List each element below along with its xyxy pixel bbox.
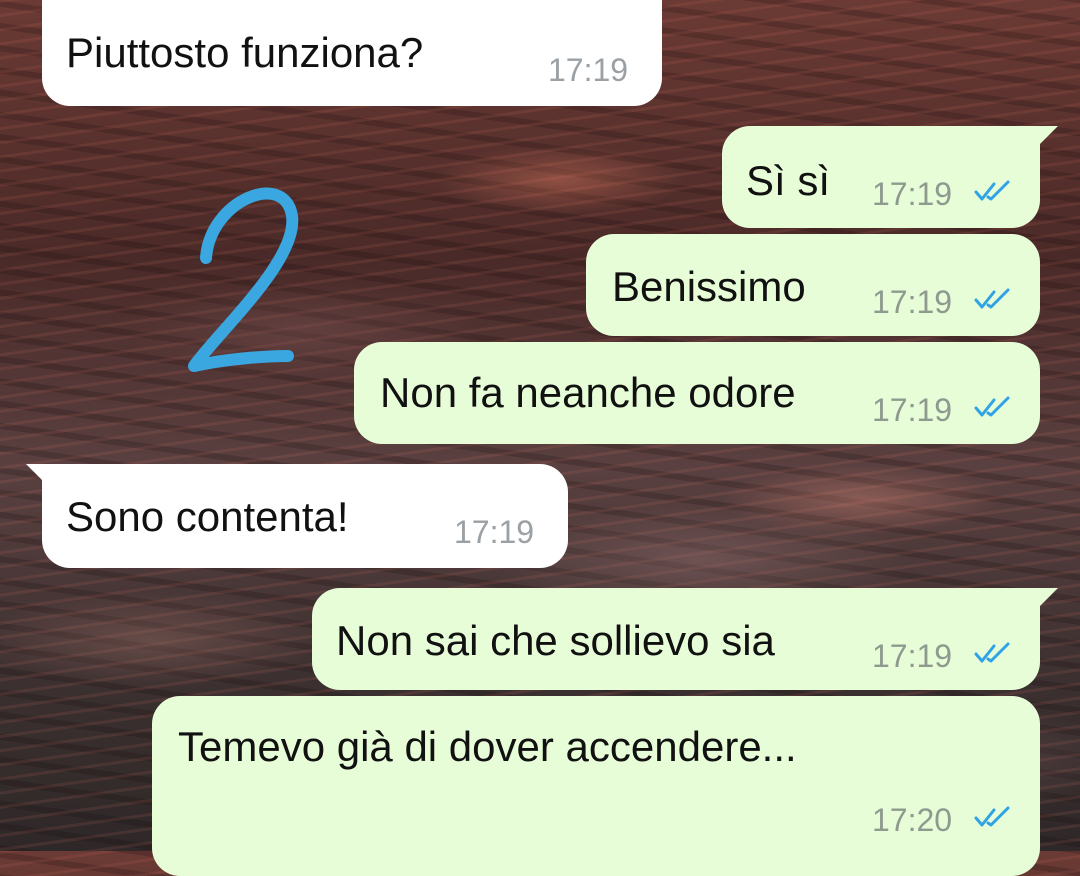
- message-time: 17:19: [454, 514, 535, 550]
- double-check-icon: [974, 288, 1010, 309]
- message-time: 17:19: [548, 52, 629, 88]
- message-text: Temevo già di dover accendere...: [178, 723, 797, 770]
- message-text: Sì sì: [746, 157, 831, 204]
- message-text: Sono contenta!: [66, 493, 349, 540]
- handwritten-number-annotation: [188, 187, 299, 372]
- message-text: Piuttosto funziona?: [66, 29, 424, 76]
- message-text: Benissimo: [612, 263, 806, 310]
- message-bubble-outgoing[interactable]: Sì sì 17:19: [722, 126, 1058, 228]
- message-bubble-outgoing[interactable]: Non sai che sollievo sia 17:19: [312, 588, 1058, 690]
- double-check-icon: [974, 180, 1010, 201]
- message-time: 17:19: [872, 638, 953, 674]
- message-time: 17:19: [872, 392, 953, 428]
- message-time: 17:20: [872, 802, 953, 838]
- message-bubble-incoming[interactable]: Piuttosto funziona? 17:19: [42, 0, 662, 106]
- message-text: Non fa neanche odore: [380, 369, 796, 416]
- message-bubble-outgoing[interactable]: Benissimo 17:19: [586, 234, 1040, 336]
- double-check-icon: [974, 642, 1010, 663]
- message-bubble-incoming[interactable]: Sono contenta! 17:19: [26, 464, 568, 568]
- message-time: 17:19: [872, 284, 953, 320]
- message-time: 17:19: [872, 176, 953, 212]
- double-check-icon: [974, 806, 1010, 827]
- double-check-icon: [974, 396, 1010, 417]
- chat-thread: Piuttosto funziona? 17:19 Sì sì 17:19 Be…: [0, 0, 1080, 876]
- message-bubble-outgoing[interactable]: Non fa neanche odore 17:19: [354, 342, 1040, 444]
- message-bubble-outgoing[interactable]: Temevo già di dover accendere... 17:20: [152, 696, 1040, 876]
- message-text: Non sai che sollievo sia: [336, 617, 775, 664]
